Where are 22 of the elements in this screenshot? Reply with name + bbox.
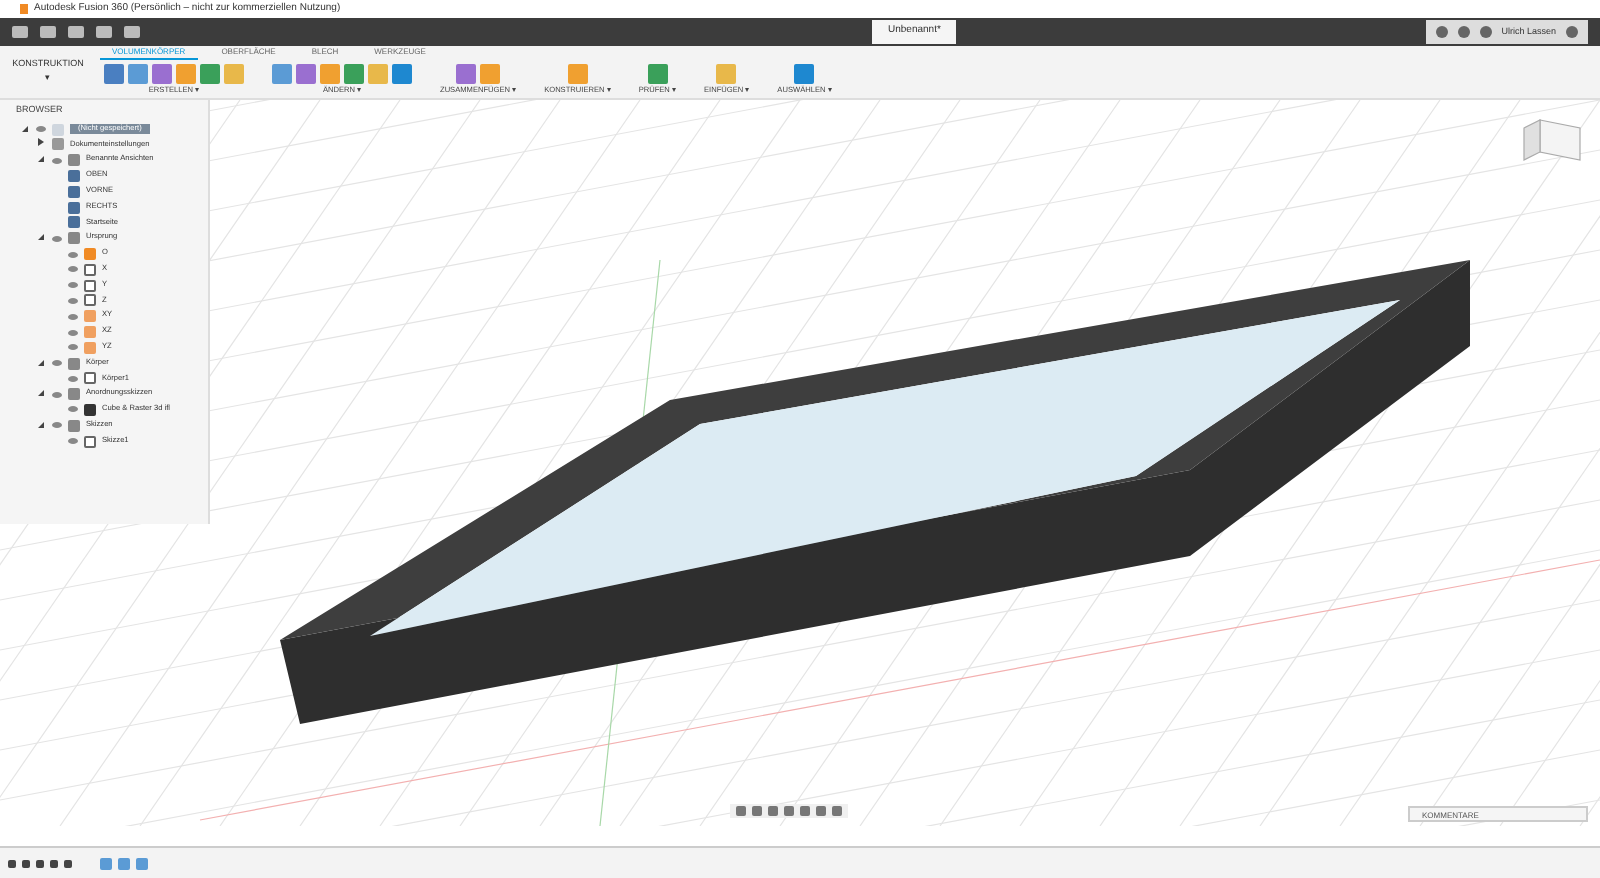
tool-icon[interactable] [456, 63, 477, 83]
tool-icon[interactable] [647, 63, 668, 83]
tool-icon[interactable] [567, 63, 588, 83]
canvas-icon [84, 403, 96, 416]
sketch-icon [84, 435, 96, 448]
expand-icon[interactable] [38, 138, 44, 147]
visibility-icon[interactable] [52, 157, 62, 164]
collapse-icon[interactable] [38, 421, 44, 428]
tool-icon[interactable] [480, 63, 501, 83]
app-icon [20, 4, 28, 14]
view-cube-icon[interactable] [1523, 119, 1581, 161]
frame-model-drawing[interactable] [280, 260, 1470, 724]
point-icon [84, 248, 96, 261]
visibility-icon[interactable] [36, 126, 46, 133]
collapse-icon[interactable] [38, 234, 44, 241]
tool-icon[interactable] [716, 63, 737, 83]
collapse-icon[interactable] [38, 156, 44, 163]
collapse-icon[interactable] [22, 125, 28, 132]
body-icon [84, 372, 96, 385]
tool-icon[interactable] [794, 63, 815, 83]
collapse-icon[interactable] [38, 359, 44, 366]
collapse-icon[interactable] [38, 390, 44, 397]
